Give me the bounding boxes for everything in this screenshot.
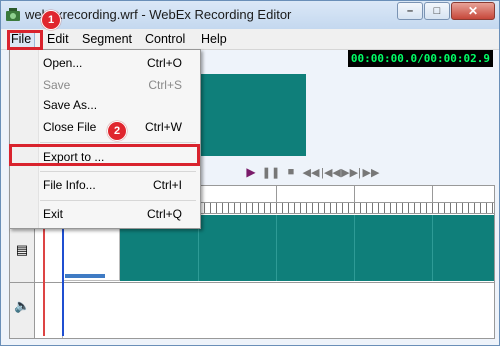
menu-item-shortcut: Ctrl+W <box>145 120 182 134</box>
pause-icon[interactable]: ❚❚ <box>261 166 281 179</box>
menu-item-shortcut: Ctrl+S <box>148 78 182 92</box>
menu-gutter <box>10 50 39 228</box>
rewind-icon[interactable]: ◀◀ <box>301 166 321 179</box>
audio-track-icon: 🔈 <box>14 298 31 313</box>
maximize-icon: □ <box>433 5 441 17</box>
menu-bar: File Edit Segment Control Help <box>1 29 499 50</box>
title-bar[interactable]: webexrecording.wrf - WebEx Recording Edi… <box>1 1 499 29</box>
playhead[interactable] <box>62 215 64 336</box>
play-icon[interactable]: ▶ <box>241 165 261 179</box>
maximize-button[interactable]: □ <box>424 2 450 20</box>
menu-edit[interactable]: Edit <box>44 31 72 47</box>
menu-item-label: Exit <box>43 207 64 221</box>
menu-item-open[interactable]: Open... Ctrl+O <box>40 54 196 72</box>
menu-item-save-as[interactable]: Save As... <box>40 96 196 114</box>
menu-separator <box>40 200 196 201</box>
app-icon <box>6 8 20 21</box>
highlight-file-menu <box>7 30 43 50</box>
step-badge-2: 2 <box>107 121 127 141</box>
menu-item-label: Save As... <box>43 98 98 112</box>
video-preview <box>196 74 306 156</box>
video-track-icon: ▤ <box>15 242 29 257</box>
menu-control[interactable]: Control <box>142 31 188 47</box>
timecode-display: 00:00:00.0/00:00:02.9 <box>347 50 493 67</box>
minimize-icon: – <box>406 5 414 17</box>
menu-item-save[interactable]: Save Ctrl+S <box>40 76 196 94</box>
menu-item-label: Close File <box>43 120 97 134</box>
menu-item-shortcut: Ctrl+Q <box>146 207 182 221</box>
step-badge-1: 1 <box>41 10 61 30</box>
menu-item-file-info[interactable]: File Info... Ctrl+I <box>40 176 196 194</box>
selection-marker[interactable] <box>43 215 45 336</box>
skip-forward-icon[interactable]: ▶▶| <box>341 166 361 179</box>
stop-icon[interactable]: ■ <box>281 166 301 178</box>
skip-back-icon[interactable]: |◀◀ <box>321 166 341 179</box>
audio-track-divider <box>10 282 494 283</box>
menu-item-label: Open... <box>43 56 83 70</box>
close-icon: ✕ <box>467 4 479 18</box>
menu-item-shortcut: Ctrl+O <box>146 56 182 70</box>
menu-separator <box>40 142 196 143</box>
file-menu-dropdown: Open... Ctrl+O Save Ctrl+S Save As... Cl… <box>9 49 201 229</box>
minimize-button[interactable]: – <box>397 2 423 20</box>
menu-item-exit[interactable]: Exit Ctrl+Q <box>40 205 196 223</box>
highlight-export-item <box>9 144 200 166</box>
fast-forward-icon[interactable]: ▶▶ <box>361 166 381 179</box>
playback-controls: ▶ ❚❚ ■ ◀◀ |◀◀ ▶▶| ▶▶ <box>241 164 381 180</box>
menu-separator <box>40 171 196 172</box>
app-window: webexrecording.wrf - WebEx Recording Edi… <box>0 0 500 346</box>
menu-item-shortcut: Ctrl+I <box>152 178 182 192</box>
window-title: webexrecording.wrf - WebEx Recording Edi… <box>25 7 292 22</box>
menu-help[interactable]: Help <box>198 31 230 47</box>
menu-item-label: Save <box>43 78 71 92</box>
menu-segment[interactable]: Segment <box>79 31 135 47</box>
menu-item-label: File Info... <box>43 178 96 192</box>
close-button[interactable]: ✕ <box>451 2 495 20</box>
